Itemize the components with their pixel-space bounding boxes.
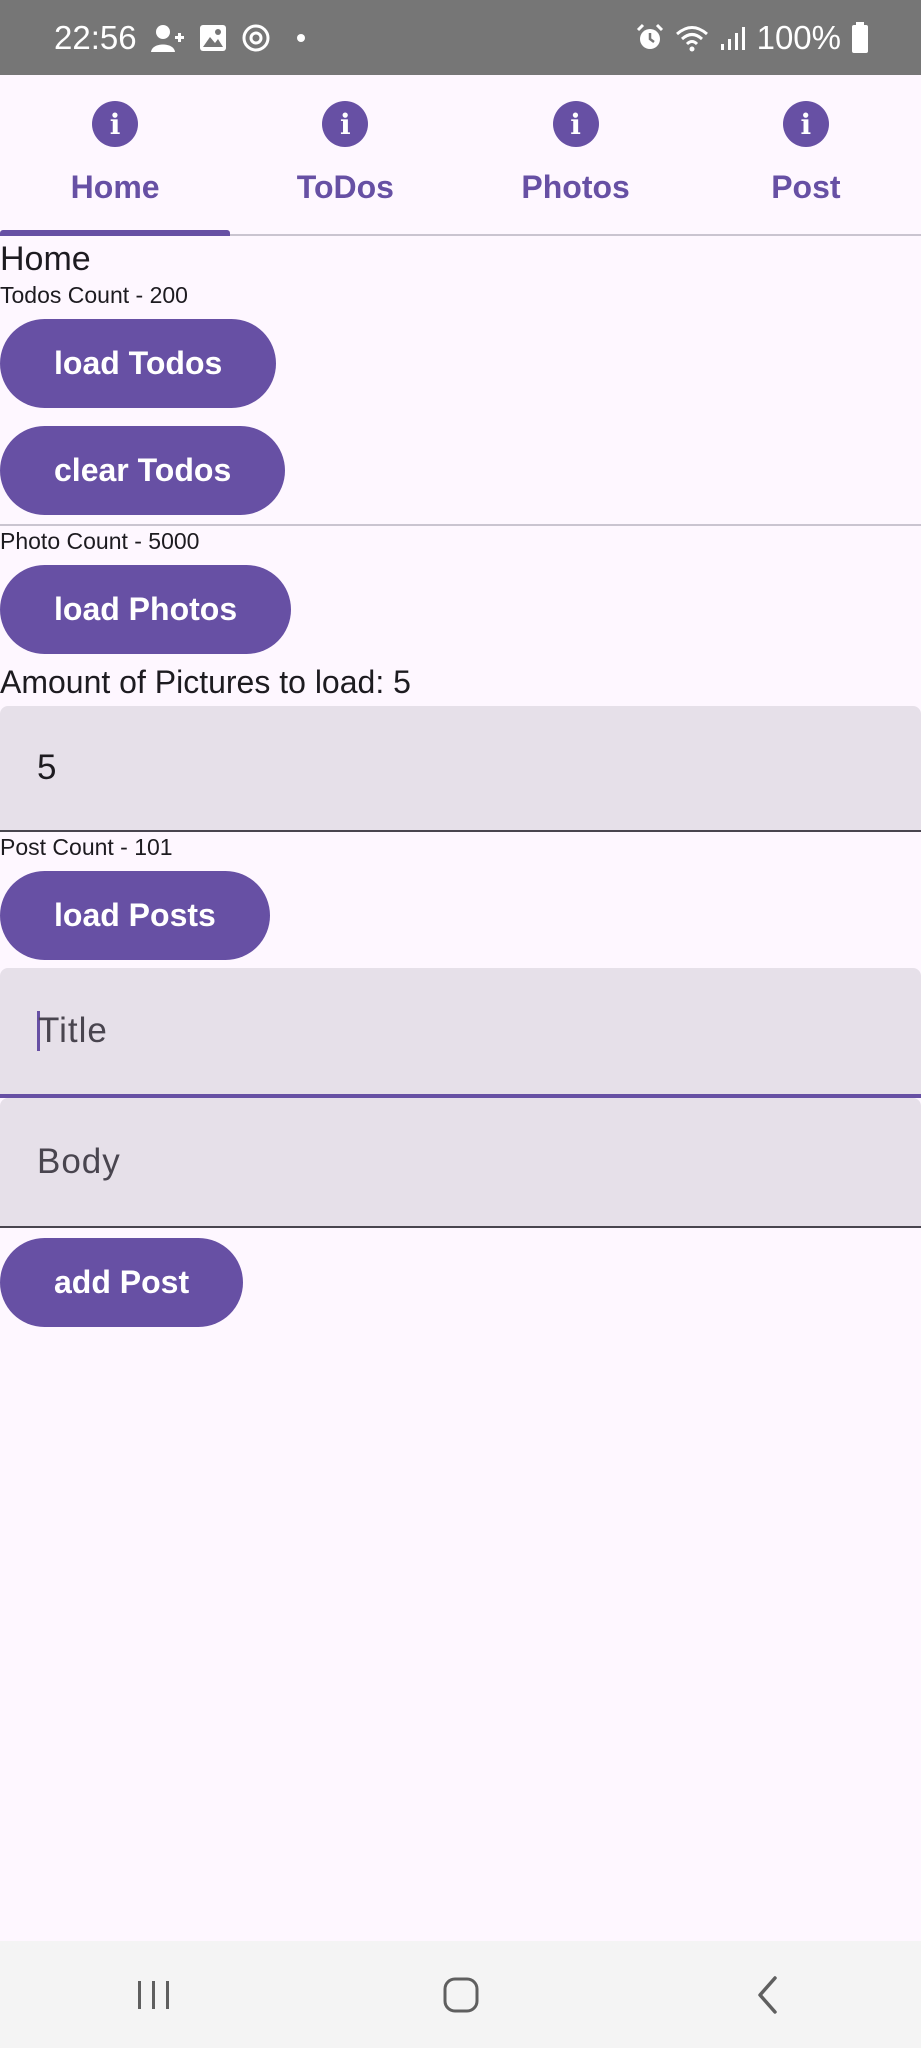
photo-count: Photo Count - 5000 (0, 528, 200, 554)
amount-label: Amount of Pictures to load: 5 (0, 664, 411, 700)
home-nav-button[interactable] (401, 1955, 521, 2035)
battery-percent: 100% (756, 18, 841, 56)
clear-todos-button[interactable]: clear Todos (0, 426, 286, 515)
add-post-button[interactable]: add Post (0, 1238, 244, 1327)
person-add-icon (150, 23, 185, 53)
status-time: 22:56 (54, 18, 137, 56)
battery-icon (851, 21, 869, 54)
info-icon: i (782, 101, 829, 147)
status-right: 100% (635, 19, 869, 57)
amount-input-value: 5 (37, 748, 57, 787)
body-placeholder: Body (37, 1142, 121, 1181)
recent-apps-icon (137, 1980, 169, 2009)
post-count: Post Count - 101 (0, 834, 173, 860)
info-icon: i (322, 101, 369, 147)
back-icon (757, 1975, 777, 2014)
notification-dot-icon (296, 33, 305, 42)
tab-indicator (0, 230, 231, 236)
image-icon (199, 24, 227, 52)
system-navigation-bar (0, 1941, 921, 2048)
tab-bar: i Home i ToDos i Photos i Post (0, 75, 921, 236)
status-left: 22:56 (54, 19, 305, 57)
load-posts-button[interactable]: load Posts (0, 871, 270, 960)
page-title: Home (0, 240, 91, 278)
tab-label: Post (771, 169, 841, 205)
title-placeholder: Title (38, 1011, 108, 1050)
info-icon: i (552, 101, 599, 147)
title-input[interactable]: Title (0, 968, 921, 1098)
tab-home[interactable]: i Home (0, 75, 231, 236)
amount-input[interactable]: 5 (0, 706, 921, 832)
tab-todos[interactable]: i ToDos (230, 75, 460, 234)
alarm-icon (635, 23, 665, 53)
tab-label: Photos (521, 169, 630, 205)
load-todos-button[interactable]: load Todos (0, 319, 277, 408)
body-input[interactable]: Body (0, 1098, 921, 1228)
status-bar: 22:56 100% (0, 0, 921, 75)
home-icon (443, 1977, 478, 2012)
info-icon: i (92, 101, 139, 147)
tab-post[interactable]: i Post (691, 75, 921, 234)
tab-label: Home (70, 169, 160, 205)
load-photos-button[interactable]: load Photos (0, 565, 292, 654)
signal-icon (719, 24, 747, 52)
tab-label: ToDos (296, 169, 394, 205)
tab-photos[interactable]: i Photos (461, 75, 691, 234)
wifi-icon (675, 24, 709, 52)
recent-apps-button[interactable] (94, 1955, 214, 2035)
todos-count: Todos Count - 200 (0, 282, 188, 308)
home-content: Home Todos Count - 200 load Todos clear … (0, 238, 921, 1327)
back-nav-button[interactable] (708, 1955, 828, 2035)
sync-icon (241, 23, 271, 53)
